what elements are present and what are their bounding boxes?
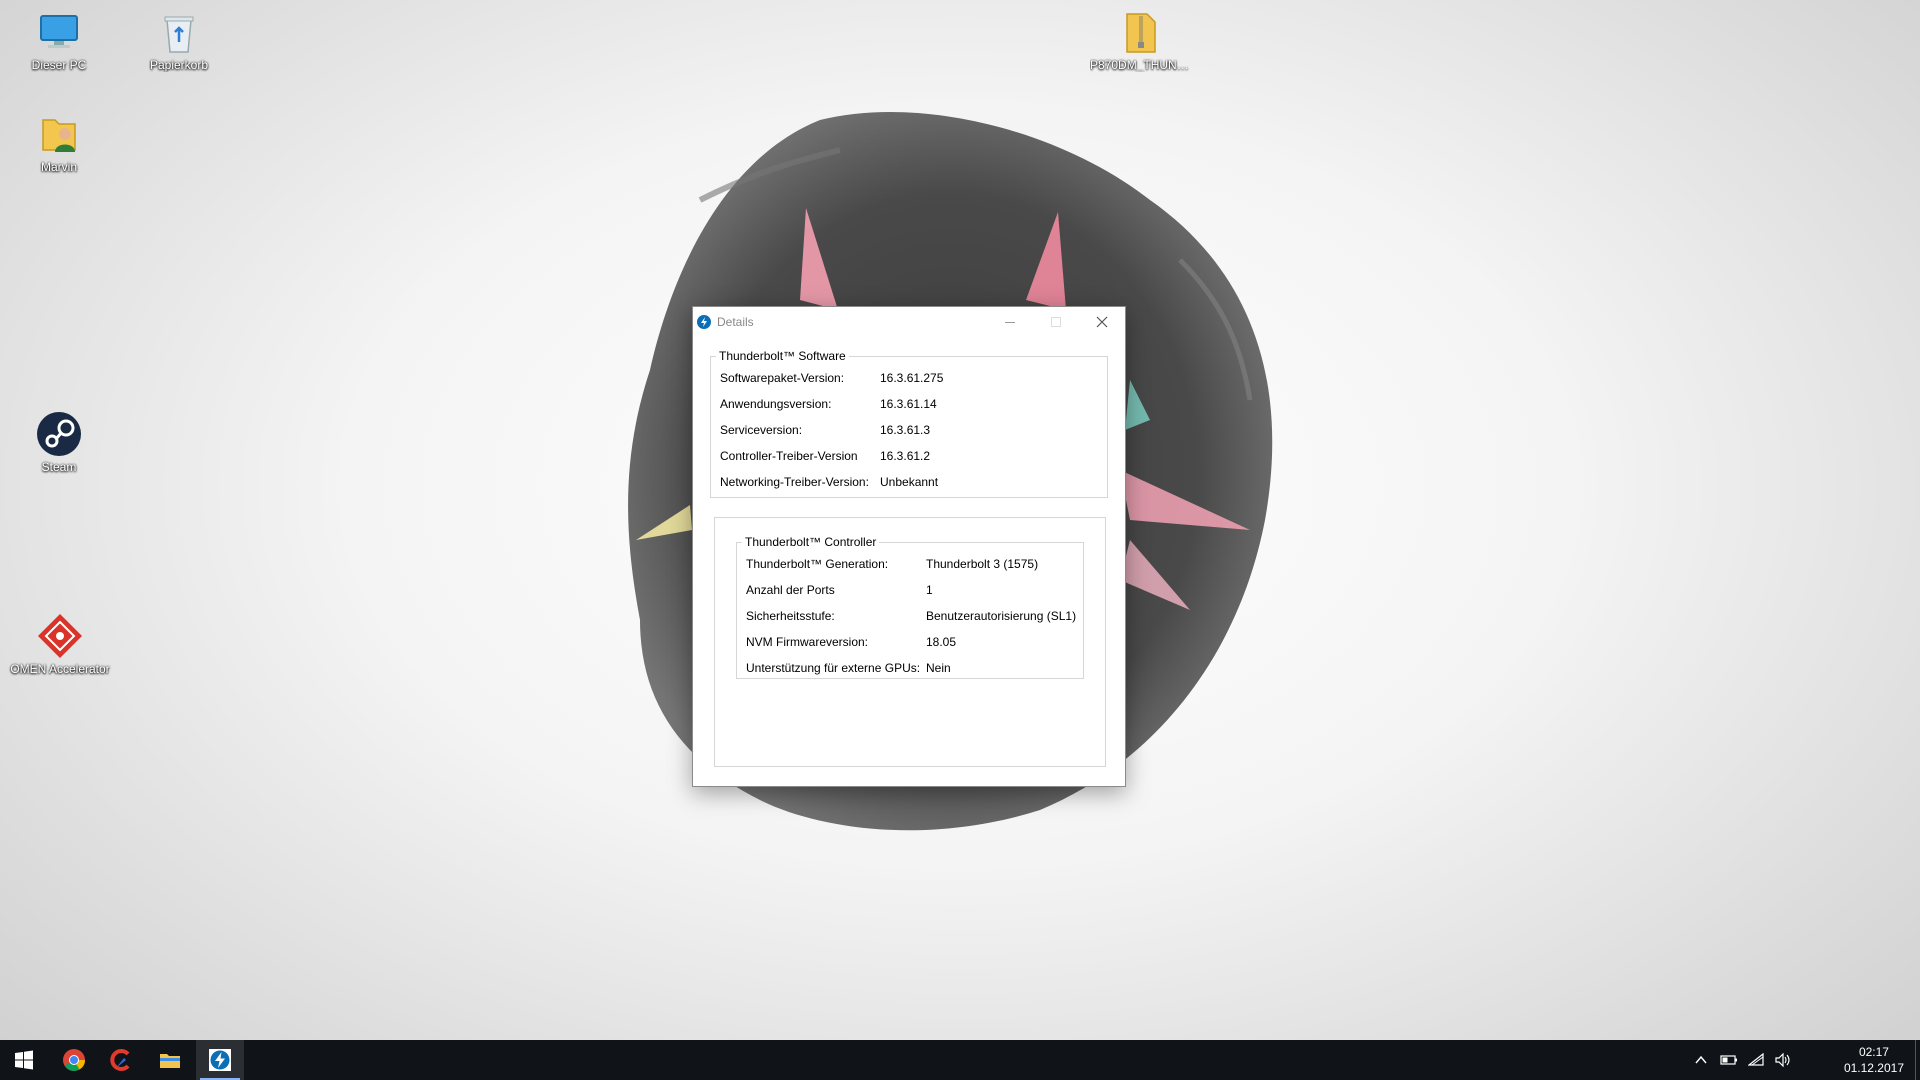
- desktop-icon-label: OMEN Accelerator: [10, 662, 110, 676]
- info-value: Nein: [926, 661, 951, 675]
- computer-icon: [40, 15, 78, 48]
- desktop-icon-label: Steam: [41, 460, 77, 474]
- steam-icon: [37, 412, 81, 456]
- software-group-legend: Thunderbolt™ Software: [719, 349, 846, 363]
- info-key: Unterstützung für externe GPUs:: [746, 661, 921, 675]
- volume-icon[interactable]: [1774, 1053, 1792, 1067]
- taskbar-file-explorer[interactable]: [146, 1040, 194, 1080]
- minimize-icon: [1005, 322, 1015, 323]
- minimize-button[interactable]: [987, 307, 1033, 337]
- close-button[interactable]: [1079, 307, 1125, 337]
- show-desktop-button[interactable]: [1915, 1040, 1920, 1080]
- desktop-icon-recycle-bin[interactable]: Papierkorb: [131, 8, 227, 72]
- close-icon: [1096, 316, 1108, 328]
- system-tray: [1680, 1040, 1830, 1080]
- desktop-icon-firmware-folder[interactable]: P870DM_THUNDE...: [1090, 8, 1192, 72]
- desktop-icon-label: Marvin: [40, 160, 77, 174]
- info-key: Anzahl der Ports: [746, 583, 835, 597]
- chevron-up-icon[interactable]: [1694, 1054, 1708, 1066]
- info-value: Unbekannt: [880, 475, 939, 489]
- windows-start-icon: [15, 1050, 33, 1070]
- desktop-icon-label: Dieser PC: [31, 58, 87, 72]
- clock-date: 01.12.2017: [1843, 1061, 1904, 1075]
- info-value: Thunderbolt 3 (1575): [926, 557, 1039, 571]
- dialog-title: Details: [717, 315, 754, 329]
- controller-group-legend: Thunderbolt™ Controller: [745, 535, 877, 549]
- taskbar: 02:17 01.12.2017: [0, 1040, 1920, 1080]
- info-value: Benutzerautorisierung (SL1): [926, 609, 1077, 623]
- clock[interactable]: 02:17 01.12.2017: [1844, 1044, 1904, 1076]
- wifi-icon[interactable]: [1748, 1053, 1764, 1067]
- file-explorer-icon: [160, 1054, 180, 1068]
- desktop-icon-label: P870DM_THUNDE...: [1090, 58, 1192, 72]
- chrome-icon: [63, 1049, 85, 1071]
- taskbar-ccleaner[interactable]: [98, 1040, 146, 1080]
- desktop-icon-steam[interactable]: Steam: [11, 410, 107, 474]
- info-value: 18.05: [926, 635, 957, 649]
- info-value: 16.3.61.3: [880, 423, 931, 437]
- info-value: 16.3.61.2: [880, 449, 931, 463]
- info-value: 16.3.61.275: [880, 371, 944, 385]
- desktop-icon-label: Papierkorb: [149, 58, 209, 72]
- thunderbolt-icon: [209, 1049, 231, 1071]
- info-value: 1: [926, 583, 933, 597]
- info-key: NVM Firmwareversion:: [746, 635, 869, 649]
- zip-folder-icon: [1126, 13, 1156, 53]
- info-key: Anwendungsversion:: [720, 397, 832, 411]
- ccleaner-icon: [110, 1049, 130, 1071]
- desktop-icon-user-folder[interactable]: Marvin: [11, 110, 107, 174]
- taskbar-chrome[interactable]: [50, 1040, 98, 1080]
- maximize-icon: [1051, 317, 1061, 327]
- desktop-icon-omen[interactable]: OMEN Accelerator: [1, 612, 119, 676]
- battery-icon[interactable]: [1720, 1054, 1738, 1066]
- recycle-bin-icon: [164, 16, 194, 53]
- taskbar-thunderbolt[interactable]: [196, 1040, 244, 1080]
- info-key: Sicherheitsstufe:: [746, 609, 835, 623]
- thunderbolt-icon: [697, 315, 711, 329]
- user-folder-icon: [42, 119, 76, 152]
- info-key: Softwarepaket-Version:: [720, 371, 845, 385]
- details-dialog: Details Thunderbolt™ Software Softwarepa…: [692, 306, 1126, 787]
- start-button[interactable]: [0, 1040, 48, 1080]
- maximize-button[interactable]: [1033, 307, 1079, 337]
- info-key: Networking-Treiber-Version:: [720, 475, 869, 489]
- info-value: 16.3.61.14: [880, 397, 937, 411]
- info-key: Serviceversion:: [720, 423, 803, 437]
- clock-time: 02:17: [1858, 1045, 1889, 1059]
- omen-icon: [38, 614, 82, 658]
- desktop-icon-this-pc[interactable]: Dieser PC: [11, 8, 107, 72]
- title-bar[interactable]: Details: [693, 307, 1125, 337]
- info-key: Thunderbolt™ Generation:: [746, 557, 889, 571]
- info-key: Controller-Treiber-Version: [720, 449, 858, 463]
